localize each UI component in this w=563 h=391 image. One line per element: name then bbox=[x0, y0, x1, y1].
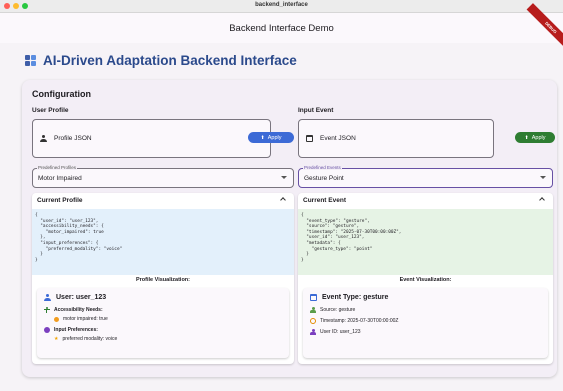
clock-icon bbox=[310, 318, 316, 324]
accessibility-icon bbox=[44, 307, 50, 313]
event-json-field[interactable]: Event JSON bbox=[298, 119, 494, 158]
configuration-title: Configuration bbox=[32, 89, 91, 99]
profile-user-text: User: user_123 bbox=[56, 294, 107, 301]
calendar-icon bbox=[310, 294, 317, 301]
event-visualization-card: Event Type: gesture Source: gesture Time… bbox=[303, 288, 548, 358]
calendar-icon bbox=[306, 135, 313, 142]
current-profile-title: Current Profile bbox=[37, 197, 83, 204]
event-type-text: Event Type: gesture bbox=[322, 294, 389, 301]
event-source-text: Source: gesture bbox=[320, 307, 356, 313]
input-event-label: Input Event bbox=[298, 107, 334, 114]
accessibility-needs-item: motor impaired: true bbox=[63, 316, 108, 322]
warning-dot-icon bbox=[54, 316, 59, 322]
chevron-up-icon[interactable] bbox=[539, 197, 545, 203]
apply-event-button[interactable]: ⬆ Apply bbox=[515, 132, 555, 143]
predefined-profiles-value: Motor Impaired bbox=[38, 174, 82, 182]
current-profile-panel: Current Profile { "user_id": "user_123",… bbox=[32, 193, 294, 364]
person-icon bbox=[40, 135, 47, 142]
event-json-label: Event JSON bbox=[320, 135, 356, 142]
predefined-events-select[interactable]: Predefined Events Gesture Point bbox=[298, 165, 553, 188]
page-heading: AI-Driven Adaptation Backend Interface bbox=[25, 53, 297, 68]
person-icon bbox=[44, 294, 51, 301]
current-event-title: Current Event bbox=[303, 197, 346, 204]
settings-icon bbox=[44, 327, 50, 333]
apply-profile-button[interactable]: ⬆ Apply bbox=[248, 132, 294, 143]
event-user-text: User ID: user_123 bbox=[320, 329, 361, 335]
input-preferences-item: preferred modality: voice bbox=[62, 336, 118, 342]
accessibility-needs-title: Accessibility Needs: bbox=[54, 307, 103, 313]
upload-icon: ⬆ bbox=[524, 134, 529, 141]
profile-json-label: Profile JSON bbox=[54, 135, 92, 142]
predefined-profiles-select[interactable]: Predefined Profiles Motor Impaired bbox=[32, 165, 294, 188]
page-title: AI-Driven Adaptation Backend Interface bbox=[43, 53, 297, 68]
profile-json-field[interactable]: Profile JSON bbox=[32, 119, 271, 158]
predefined-profiles-label: Predefined Profiles bbox=[37, 165, 78, 170]
event-visualization-title: Event Visualization: bbox=[399, 277, 452, 283]
configuration-card: Configuration User Profile Profile JSON … bbox=[22, 80, 557, 377]
star-icon: ★ bbox=[54, 336, 59, 342]
chevron-up-icon[interactable] bbox=[280, 197, 286, 203]
predefined-events-label: Predefined Events bbox=[303, 165, 342, 170]
app-bar: Backend Interface Demo DEBUG bbox=[0, 3, 563, 52]
app-bar-title: Backend Interface Demo bbox=[229, 23, 334, 34]
source-icon bbox=[310, 307, 316, 313]
window-titlebar: backend_interface bbox=[0, 0, 563, 13]
event-timestamp-text: Timestamp: 2025-07-30T00:00:00Z bbox=[320, 318, 399, 324]
dashboard-icon bbox=[25, 54, 37, 67]
user-profile-label: User Profile bbox=[32, 107, 69, 114]
upload-icon: ⬆ bbox=[260, 134, 265, 141]
input-preferences-title: Input Preferences: bbox=[54, 327, 98, 333]
event-json-code: { "event_type": "gesture", "source": "ge… bbox=[298, 209, 553, 275]
profile-json-code: { "user_id": "user_123", "accessibility_… bbox=[32, 209, 294, 275]
profile-visualization-title: Profile Visualization: bbox=[136, 277, 190, 283]
person-icon bbox=[310, 329, 316, 335]
profile-visualization-card: User: user_123 Accessibility Needs: moto… bbox=[37, 288, 289, 358]
window-title: backend_interface bbox=[255, 2, 308, 8]
dropdown-arrow-icon bbox=[540, 176, 546, 179]
predefined-events-value: Gesture Point bbox=[304, 174, 344, 182]
dropdown-arrow-icon bbox=[281, 176, 287, 179]
current-event-panel: Current Event { "event_type": "gesture",… bbox=[298, 193, 553, 364]
